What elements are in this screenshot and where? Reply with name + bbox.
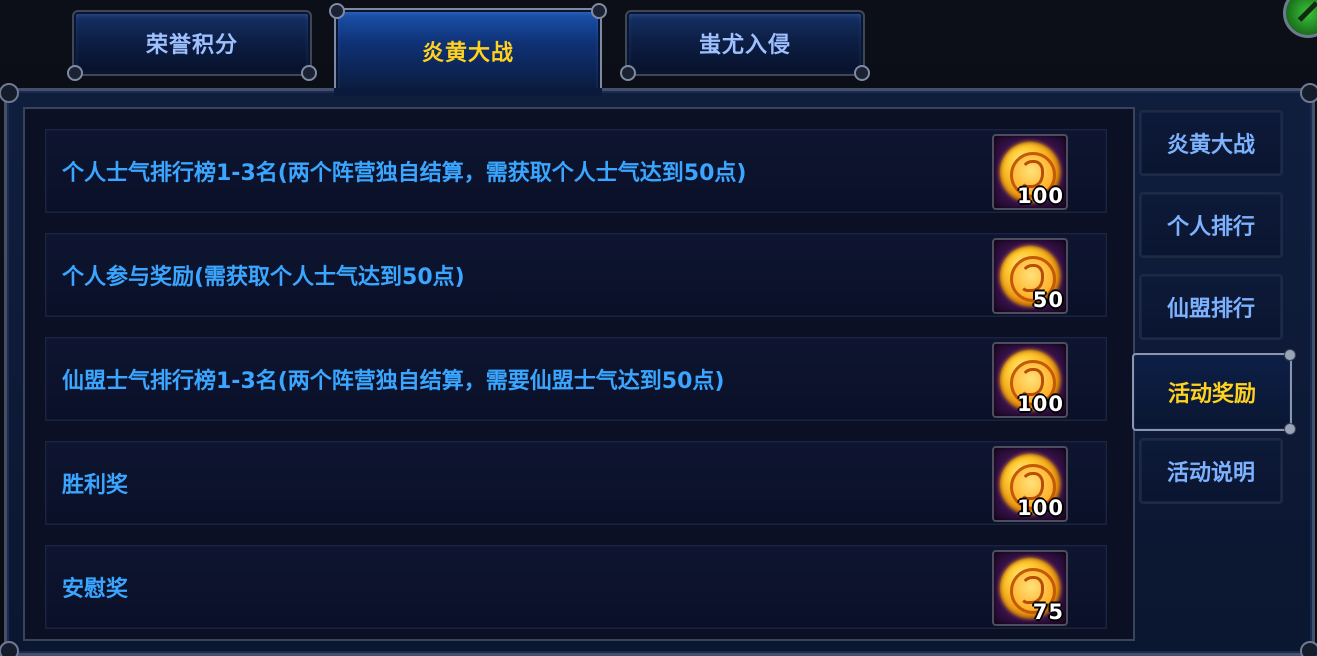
reward-slot[interactable]: 50 — [992, 238, 1068, 314]
frame-corner-ornament — [0, 83, 19, 103]
tab-ornament — [1284, 423, 1296, 435]
reward-row: 胜利奖 100 — [45, 441, 1107, 525]
main-frame: 个人士气排行榜1-3名(两个阵营独自结算，需获取个人士气达到50点) 100 个… — [0, 83, 1317, 656]
reward-quantity: 75 — [1032, 600, 1064, 624]
reward-slot[interactable]: 100 — [992, 342, 1068, 418]
reward-list[interactable]: 个人士气排行榜1-3名(两个阵营独自结算，需获取个人士气达到50点) 100 个… — [23, 107, 1135, 641]
reward-quantity: 100 — [1017, 496, 1064, 520]
frame-corner-ornament — [1300, 641, 1317, 656]
tab-label: 荣誉积分 — [145, 33, 238, 58]
tab-chiyou-invasion[interactable]: 蚩尤入侵 — [620, 10, 870, 81]
side-tab-personal-ranking[interactable]: 个人排行 — [1139, 192, 1283, 258]
reward-slot[interactable]: 100 — [992, 446, 1068, 522]
side-tab-yanhuang-battle[interactable]: 炎黄大战 — [1139, 110, 1283, 176]
reward-quantity: 100 — [1017, 392, 1064, 416]
reward-row: 个人参与奖励(需获取个人士气达到50点) 50 — [45, 233, 1107, 317]
tab-ornament — [591, 3, 607, 19]
reward-slot[interactable]: 100 — [992, 134, 1068, 210]
tab-ornament — [1284, 349, 1296, 361]
tab-label: 蚩尤入侵 — [698, 33, 791, 58]
tab-ornament — [301, 65, 317, 81]
side-tab-alliance-ranking[interactable]: 仙盟排行 — [1139, 274, 1283, 340]
reward-row: 仙盟士气排行榜1-3名(两个阵营独自结算，需要仙盟士气达到50点) 100 — [45, 337, 1107, 421]
tab-ornament — [854, 65, 870, 81]
tab-ornament — [67, 65, 83, 81]
close-icon[interactable] — [1283, 0, 1317, 38]
reward-description: 个人士气排行榜1-3名(两个阵营独自结算，需获取个人士气达到50点) — [62, 161, 747, 186]
tab-ornament — [620, 65, 636, 81]
reward-description: 个人参与奖励(需获取个人士气达到50点) — [62, 265, 465, 290]
reward-description: 仙盟士气排行榜1-3名(两个阵营独自结算，需要仙盟士气达到50点) — [62, 369, 725, 394]
reward-quantity: 100 — [1017, 184, 1064, 208]
tab-ornament — [329, 3, 345, 19]
reward-row: 个人士气排行榜1-3名(两个阵营独自结算，需获取个人士气达到50点) 100 — [45, 129, 1107, 213]
reward-row: 安慰奖 75 — [45, 545, 1107, 629]
tab-label: 炎黄大战 — [421, 41, 514, 66]
side-tab-event-rewards[interactable]: 活动奖励 — [1132, 349, 1296, 435]
reward-description: 胜利奖 — [62, 473, 129, 498]
tab-yanhuang-battle[interactable]: 炎黄大战 — [329, 3, 607, 96]
tab-honor-points[interactable]: 荣誉积分 — [67, 10, 317, 81]
side-tab-label: 活动奖励 — [1167, 382, 1256, 407]
frame-corner-ornament — [1300, 83, 1317, 103]
frame-corner-ornament — [0, 641, 19, 656]
reward-slot[interactable]: 75 — [992, 550, 1068, 626]
side-tab-event-info[interactable]: 活动说明 — [1139, 438, 1283, 504]
reward-quantity: 50 — [1032, 288, 1064, 312]
reward-description: 安慰奖 — [62, 577, 129, 602]
game-panel: 个人士气排行榜1-3名(两个阵营独自结算，需获取个人士气达到50点) 100 个… — [0, 0, 1317, 656]
